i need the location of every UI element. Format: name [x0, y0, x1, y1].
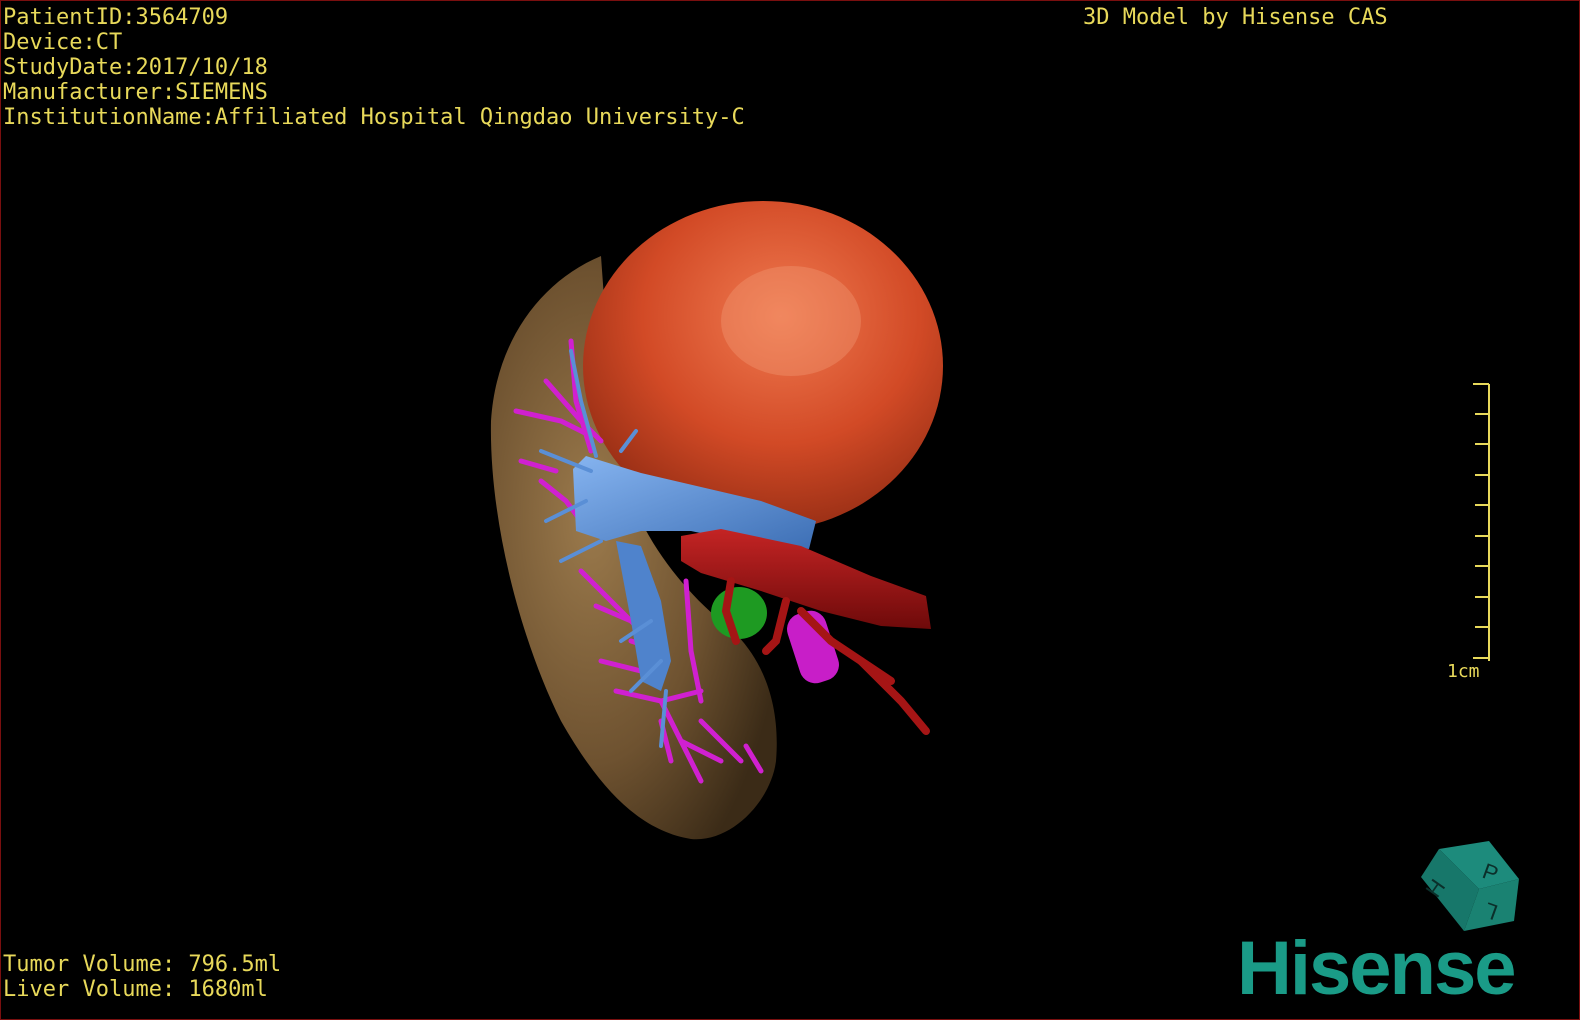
- scale-label: 1cm: [1447, 661, 1480, 682]
- patient-info-overlay: PatientID:3564709 Device:CT StudyDate:2017…: [3, 5, 745, 130]
- manufacturer-text: Manufacturer:SIEMENS: [3, 80, 268, 105]
- liver-volume-text: Liver Volume: 1680ml: [3, 977, 268, 1002]
- scale-bar: [1473, 383, 1490, 661]
- gallbladder-model: [711, 587, 767, 639]
- institution-text: InstitutionName:Affiliated Hospital Qing…: [3, 105, 745, 130]
- study-date-text: StudyDate:2017/10/18: [3, 55, 268, 80]
- tumor-highlight: [721, 266, 861, 376]
- patient-id-text: PatientID:3564709: [3, 5, 229, 30]
- 3d-model-viewport[interactable]: [1, 1, 1580, 1020]
- volume-info-overlay: Tumor Volume: 796.5ml Liver Volume: 1680m…: [3, 952, 281, 1002]
- device-text: Device:CT: [3, 30, 123, 55]
- vendor-label: 3D Model by Hisense CAS: [1083, 5, 1388, 30]
- hisense-logo: Hisense: [1237, 926, 1516, 1011]
- tumor-volume-text: Tumor Volume: 796.5ml: [3, 952, 282, 977]
- viewer-frame: PatientID:3564709 Device:CT StudyDate:2017…: [0, 0, 1580, 1020]
- orientation-cube[interactable]: H P L: [1419, 839, 1529, 939]
